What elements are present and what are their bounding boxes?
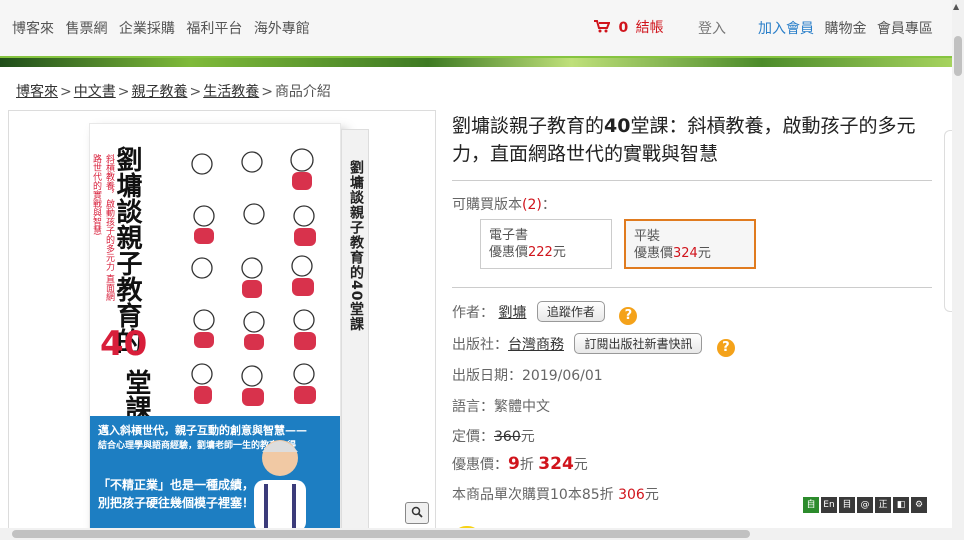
discount-value: 9 [508,454,520,474]
breadcrumb-parenting[interactable]: 親子教養 [131,84,187,100]
breadcrumb-life-parenting[interactable]: 生活教養 [203,84,259,100]
top-nav-bar: 博客來 售票網 企業採購 福利平台 海外專館 0 結帳 登入 加入會員 購物金 … [0,0,952,57]
subscribe-publisher-button[interactable]: 訂閱出版社新書快訊 [574,333,703,354]
cover-title-suffix: 堂課 [121,369,151,421]
version-price: 324 [673,246,698,261]
cover-illustration [191,148,316,406]
language-value: 繁體中文 [494,399,550,415]
version-price: 222 [528,245,553,260]
author-photo [254,440,306,529]
cover-blurb-3: 「不精正業」也是一種成績， [98,478,255,492]
versions-count: (2) [522,197,542,213]
help-icon[interactable]: ? [716,339,735,357]
version-name: 平裝 [634,229,661,244]
book-spine: 劉墉談親子教育的40堂課 [341,129,369,529]
divider [452,287,932,288]
contents-icon[interactable]: 目 [839,497,855,513]
cover-blurb-4: 別把孩子硬往幾個模子裡塞！ [98,496,255,510]
publish-date-row: 出版日期：2019/06/01 [452,368,603,384]
product-image-box[interactable]: 斜槓教養，啟動孩子的多元力 直面網路世代的實戰與智慧 劉墉談親子教育的 40 堂… [8,110,436,530]
member-area-link[interactable]: 會員專區 [877,21,933,37]
vertical-scroll-thumb[interactable] [954,36,962,76]
versions-label: 可購買版本(2)： [452,197,556,213]
divider [452,180,932,181]
list-price-row: 定價：360元 [452,429,535,445]
publisher-row: 出版社：台灣商務 訂閱出版社新書快訊 ? [452,333,735,357]
nav-link-books[interactable]: 博客來 [12,21,54,37]
version-paperback[interactable]: 平裝 優惠價324元 [624,219,756,269]
nav-link-tickets[interactable]: 售票網 [65,21,107,37]
banner-strip [0,56,952,67]
publisher-link[interactable]: 台灣商務 [508,337,564,353]
sale-price: 324 [538,454,574,474]
breadcrumb: 博客來 > 中文書 > 親子教養 > 生活教養 > 商品介紹 [16,84,331,100]
reading-toolbar: 自 En 目 @ 正 ◧ ⚙ [803,497,927,513]
nav-link-welfare[interactable]: 福利平台 [186,21,242,37]
product-title: 劉墉談親子教育的40堂課：斜槓教養，啟動孩子的多元力，直面網路世代的實戰與智慧 [452,115,916,165]
auto-convert-icon[interactable]: 自 [803,497,819,513]
follow-author-button[interactable]: 追蹤作者 [536,301,605,322]
bulk-price: 306 [618,487,645,503]
english-icon[interactable]: En [821,497,837,513]
bulk-price-row: 本商品單次購買10本85折 306元 [452,487,659,503]
vertical-scrollbar[interactable] [952,0,964,540]
book-cover: 斜槓教養，啟動孩子的多元力 直面網路世代的實戰與智慧 劉墉談親子教育的 40 堂… [89,123,341,529]
cover-title: 劉墉談親子教育的 [112,146,142,354]
join-member-link[interactable]: 加入會員 [758,21,814,37]
checkout-link[interactable]: 結帳 [636,20,664,36]
scroll-up-icon[interactable]: ▲ [953,2,959,11]
breadcrumb-current: 商品介紹 [274,84,331,100]
cart-link[interactable]: 0 結帳 [594,17,664,37]
cart-icon [594,20,610,33]
breadcrumb-home[interactable]: 博客來 [16,84,58,100]
coupon-link[interactable]: 購物金 [824,21,866,37]
gear-icon[interactable]: ⚙ [911,497,927,513]
contrast-icon[interactable]: ◧ [893,497,909,513]
publish-date: 2019/06/01 [522,368,603,384]
list-price: 360 [494,429,521,445]
cover-number: 40 [100,324,148,364]
top-nav-links: 博客來 售票網 企業採購 福利平台 海外專館 [12,18,317,38]
nav-link-overseas[interactable]: 海外專館 [254,21,310,37]
nav-link-enterprise[interactable]: 企業採購 [119,21,175,37]
author-link[interactable]: 劉墉 [498,305,526,321]
sale-price-row: 優惠價：9折 324元 [452,454,588,474]
horizontal-scroll-thumb[interactable] [12,530,750,538]
breadcrumb-chinese-books[interactable]: 中文書 [74,84,116,100]
author-row: 作者： 劉墉 追蹤作者 ? [452,301,638,325]
cart-count: 0 [618,20,629,36]
login-link[interactable]: 登入 [698,18,726,38]
magnifier-icon [411,506,423,518]
version-name: 電子書 [489,228,529,243]
language-row: 語言：繁體中文 [452,399,550,415]
help-icon[interactable]: ? [619,307,638,325]
version-ebook[interactable]: 電子書 優惠價222元 [480,219,612,269]
cover-blurb-panel: 邁入斜槓世代，親子互動的創意與智慧—— 結合心理學與語商經驗，劉墉老師一生的教育… [90,416,340,529]
at-icon[interactable]: @ [857,497,873,513]
zoom-button[interactable] [405,502,429,524]
traditional-icon[interactable]: 正 [875,497,891,513]
member-nav: 加入會員 購物金 會員專區 [758,18,939,38]
